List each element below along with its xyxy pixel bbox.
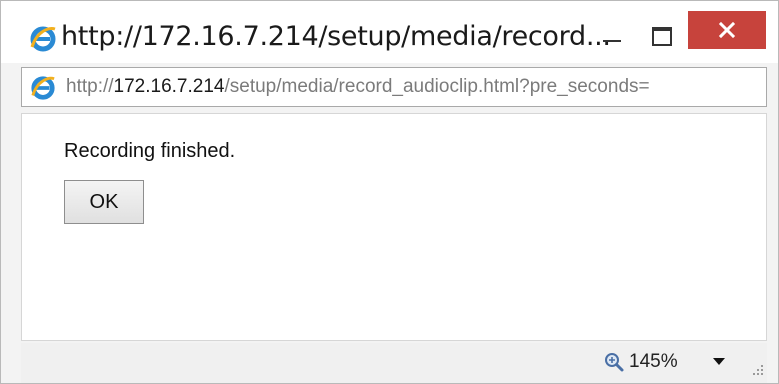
internet-explorer-icon: [30, 26, 56, 52]
url-host: 172.16.7.214: [113, 76, 225, 97]
status-bar: 145%: [21, 343, 767, 383]
zoom-level[interactable]: 145%: [629, 351, 678, 373]
popup-window: http://172.16.7.214/setup/media/record..…: [0, 0, 779, 384]
url-path: /setup/media/record_audioclip.html?pre_s…: [224, 76, 650, 97]
internet-explorer-icon: [31, 76, 55, 100]
status-message: Recording finished.: [64, 140, 236, 162]
maximize-button[interactable]: [647, 23, 677, 53]
url-scheme: http://: [66, 76, 114, 97]
close-button[interactable]: [688, 11, 766, 49]
page-content: Recording finished. OK: [21, 113, 767, 341]
close-icon: [719, 22, 735, 38]
resize-grip-icon[interactable]: [749, 361, 765, 377]
zoom-icon[interactable]: [603, 351, 625, 373]
minimize-button[interactable]: [597, 23, 627, 53]
address-bar[interactable]: http://172.16.7.214/setup/media/record_a…: [21, 67, 767, 107]
window-title: http://172.16.7.214/setup/media/record..…: [61, 21, 611, 52]
title-bar[interactable]: http://172.16.7.214/setup/media/record..…: [1, 1, 778, 63]
address-url: http://172.16.7.214/setup/media/record_a…: [66, 68, 650, 106]
ok-button[interactable]: OK: [64, 180, 144, 224]
zoom-dropdown-button[interactable]: [711, 355, 727, 371]
